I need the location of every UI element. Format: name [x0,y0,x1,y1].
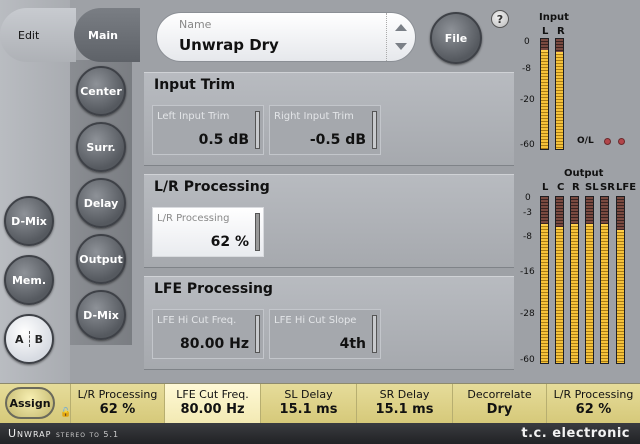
lr-processing-param[interactable]: L/R Processing 62 % [152,207,264,257]
output-meter-title: Output [564,168,604,179]
input-scale-label: -8 [522,64,531,74]
input-trim-title: Input Trim [154,77,236,93]
lfe-processing-title: LFE Processing [154,281,273,297]
lr-processing-section: L/R Processing L/R Processing 62 % [144,174,514,268]
center-button[interactable]: Center [76,66,126,116]
output-meter-l [540,196,549,364]
ab-divider [28,331,30,347]
delay-button[interactable]: Delay [76,178,126,228]
softkey-2[interactable]: LFE Cut Freq. 80.00 Hz [164,384,260,424]
input-channel-label: R [557,26,565,37]
lfe-hi-cut-freq-param[interactable]: LFE Hi Cut Freq. 80.00 Hz [152,309,264,359]
output-channel-label: C [557,182,565,193]
output-scale-label: -60 [520,355,535,365]
input-meter-left [540,38,549,150]
output-channel-label: LFE [616,182,637,193]
output-scale-label: -3 [523,208,532,218]
softkey-6[interactable]: L/R Processing 62 % [546,384,640,424]
param-slider-bar [255,111,260,149]
preset-name-label: Name [179,18,212,31]
param-slider-bar [372,111,377,149]
softkey-1[interactable]: L/R Processing 62 % [70,384,164,424]
output-scale-label: -8 [523,232,532,242]
output-channel-label: L [542,182,549,193]
output-scale-label: -16 [520,267,535,277]
output-channel-label: R [572,182,580,193]
overload-label: O/L [577,136,594,146]
lfe-hi-cut-slope-param[interactable]: LFE Hi Cut Slope 4th [269,309,381,359]
preset-name-value: Unwrap Dry [179,36,279,54]
left-input-trim-param[interactable]: Left Input Trim 0.5 dB [152,105,264,155]
input-scale-label: 0 [524,37,530,47]
footer-bar: Unwrap stereo to 5.1 t.c. electronic [0,423,640,444]
right-input-trim-param[interactable]: Right Input Trim -0.5 dB [269,105,381,155]
downmix-page-button[interactable]: D-Mix [76,290,126,340]
output-scale-label: -28 [520,309,535,319]
tab-edit[interactable]: Edit [0,8,76,62]
softkey-bar: Assign 🔓 L/R Processing 62 % LFE Cut Fre… [0,383,640,424]
param-slider-bar [372,315,377,353]
plugin-subtitle: stereo to 5.1 [55,430,120,439]
ab-compare-button[interactable]: A B [4,314,54,364]
output-meter-lfe [616,196,625,364]
preset-name-box[interactable]: Name Unwrap Dry [156,12,416,62]
tab-main[interactable]: Main [74,8,140,62]
dmix-button[interactable]: D-Mix [4,196,54,246]
param-slider-bar [255,213,260,251]
lr-processing-title: L/R Processing [154,179,270,195]
output-button[interactable]: Output [76,234,126,284]
plugin-title: Unwrap stereo to 5.1 [8,427,120,440]
output-meter-sl [585,196,594,364]
softkey-3[interactable]: SL Delay 15.1 ms [260,384,356,424]
input-meter-title: Input [539,12,569,23]
output-meter-r [570,196,579,364]
output-scale-label: 0 [525,193,531,203]
output-channel-label: SL [585,182,599,193]
output-meter-c [555,196,564,364]
surround-button[interactable]: Surr. [76,122,126,172]
input-meter-right [555,38,564,150]
preset-separator [386,13,387,61]
input-scale-label: -20 [520,95,535,105]
memory-button[interactable]: Mem. [4,255,54,305]
input-trim-section: Input Trim Left Input Trim 0.5 dB Right … [144,72,514,166]
lfe-processing-section: LFE Processing LFE Hi Cut Freq. 80.00 Hz… [144,276,514,370]
output-channel-label: SR [600,182,615,193]
param-slider-bar [255,315,260,353]
input-scale-label: -60 [520,140,535,150]
softkey-4[interactable]: SR Delay 15.1 ms [356,384,452,424]
input-channel-label: L [542,26,549,37]
output-meter-sr [600,196,609,364]
preset-up-arrow-icon[interactable] [395,24,407,31]
brand-logo: t.c. electronic [521,426,630,441]
file-button[interactable]: File [430,12,482,64]
meter-area: Input L R 0 -8 -20 -60 O/L Output L C R … [520,0,640,383]
assign-button[interactable]: Assign [5,387,55,419]
help-icon[interactable]: ? [491,10,509,28]
overload-led-left-icon [604,138,611,145]
softkey-5[interactable]: Decorrelate Dry [452,384,546,424]
overload-led-right-icon [618,138,625,145]
preset-down-arrow-icon[interactable] [395,43,407,50]
